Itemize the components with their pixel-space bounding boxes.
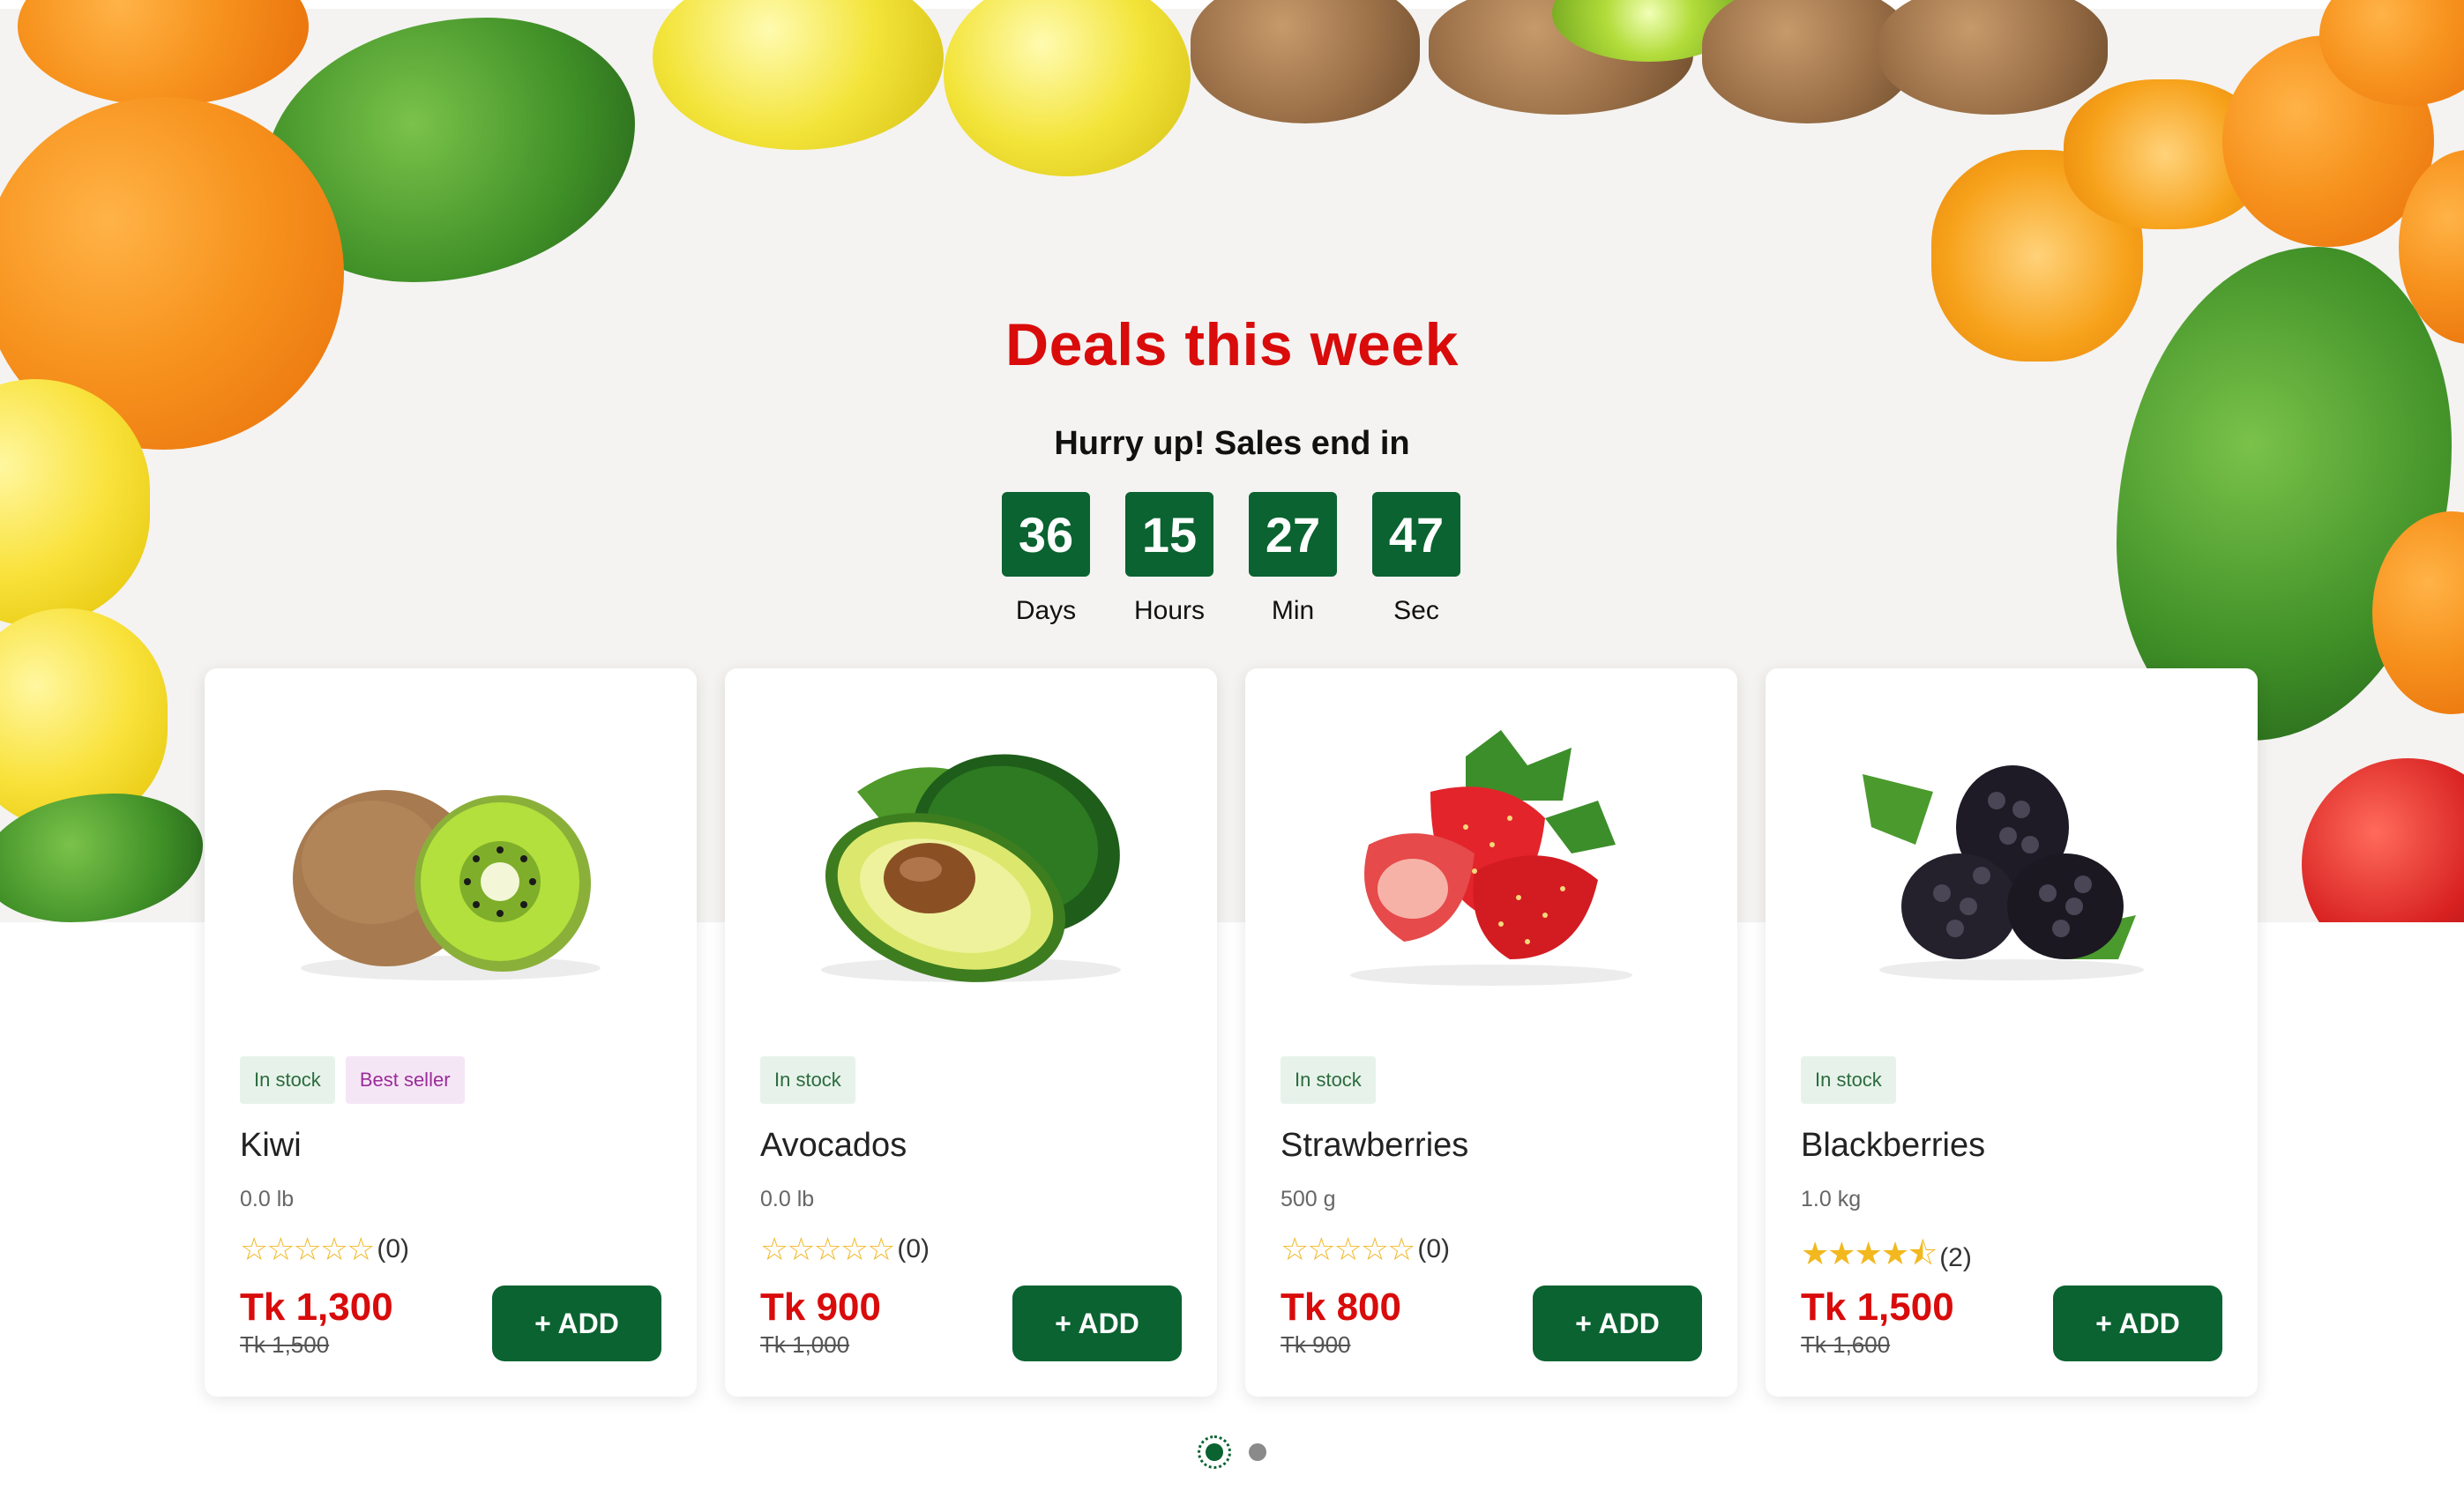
product-weight: 500 g — [1281, 1187, 1336, 1211]
avocado-icon[interactable] — [725, 695, 1217, 1030]
countdown-value: 47 — [1372, 492, 1460, 577]
product-price: Tk 1,500 — [1801, 1286, 1954, 1329]
star-rating-icon: ☆☆☆☆☆ — [240, 1231, 375, 1267]
product-weight: 1.0 kg — [1801, 1187, 1862, 1211]
countdown-label: Hours — [1133, 596, 1206, 625]
mint-leaves-image — [0, 794, 203, 922]
rating-count: (0) — [1417, 1234, 1451, 1263]
strawberry-icon[interactable] — [1245, 695, 1737, 1030]
badge-group: In stock — [1801, 1056, 1896, 1104]
carousel-pagination — [1198, 1435, 1266, 1469]
countdown-value: 36 — [1002, 492, 1090, 577]
pagination-dot-active[interactable] — [1198, 1435, 1231, 1469]
countdown-minutes: 27 Min — [1249, 492, 1337, 626]
add-to-cart-button[interactable]: + ADD — [492, 1286, 661, 1361]
countdown-value: 27 — [1249, 492, 1337, 577]
product-weight: 0.0 lb — [760, 1187, 815, 1211]
badge-group: In stock Best seller — [240, 1056, 465, 1104]
add-to-cart-button[interactable]: + ADD — [2053, 1286, 2222, 1361]
countdown-label: Days — [1015, 596, 1077, 625]
product-old-price: Tk 1,600 — [1801, 1331, 1891, 1358]
countdown-timer: 36 Days 15 Hours 27 Min 47 Sec — [1002, 492, 1460, 626]
kiwi-whole-image — [1878, 0, 2108, 115]
countdown-hours: 15 Hours — [1125, 492, 1213, 626]
countdown-days: 36 Days — [1002, 492, 1090, 626]
product-name[interactable]: Blackberries — [1801, 1127, 1985, 1165]
product-rating: ☆☆☆☆☆ (0) — [760, 1231, 930, 1268]
product-weight: 0.0 lb — [240, 1187, 295, 1211]
best-seller-badge: Best seller — [345, 1056, 465, 1104]
badge-group: In stock — [760, 1056, 855, 1104]
product-name[interactable]: Strawberries — [1281, 1127, 1468, 1165]
orange-image — [18, 0, 309, 106]
product-price: Tk 900 — [760, 1286, 881, 1329]
star-rating-icon: ☆☆☆☆☆ — [760, 1231, 895, 1267]
product-old-price: Tk 1,000 — [760, 1331, 850, 1358]
blackberry-icon[interactable] — [1766, 695, 2258, 1030]
product-price: Tk 1,300 — [240, 1286, 393, 1329]
product-card-kiwi[interactable]: In stock Best seller Kiwi 0.0 lb ☆☆☆☆☆ (… — [205, 668, 697, 1397]
product-price: Tk 800 — [1281, 1286, 1401, 1329]
product-card-blackberries[interactable]: In stock Blackberries 1.0 kg ★★★★⯪ (2) T… — [1766, 668, 2258, 1397]
section-title: Deals this week — [1005, 311, 1459, 378]
red-apple-image — [2302, 758, 2464, 922]
product-card-strawberries[interactable]: In stock Strawberries 500 g ☆☆☆☆☆ (0) Tk… — [1245, 668, 1737, 1397]
badge-group: In stock — [1281, 1056, 1376, 1104]
star-rating-icon: ★★★★⯪ — [1801, 1235, 1938, 1271]
product-name[interactable]: Avocados — [760, 1127, 907, 1165]
rating-count: (0) — [377, 1234, 410, 1263]
product-old-price: Tk 900 — [1281, 1331, 1351, 1358]
pagination-dot[interactable] — [1249, 1443, 1266, 1461]
star-rating-icon: ☆☆☆☆☆ — [1281, 1231, 1415, 1267]
add-to-cart-button[interactable]: + ADD — [1533, 1286, 1702, 1361]
in-stock-badge: In stock — [1281, 1056, 1376, 1104]
product-carousel: In stock Best seller Kiwi 0.0 lb ☆☆☆☆☆ (… — [205, 668, 2258, 1397]
rating-count: (0) — [897, 1234, 930, 1263]
add-to-cart-button[interactable]: + ADD — [1012, 1286, 1182, 1361]
product-name[interactable]: Kiwi — [240, 1127, 302, 1165]
countdown-seconds: 47 Sec — [1372, 492, 1460, 626]
product-rating: ☆☆☆☆☆ (0) — [240, 1231, 409, 1268]
in-stock-badge: In stock — [760, 1056, 855, 1104]
countdown-subtitle: Hurry up! Sales end in — [1054, 425, 1410, 462]
kiwi-whole-image — [1191, 0, 1420, 123]
countdown-label: Sec — [1393, 596, 1439, 625]
in-stock-badge: In stock — [240, 1056, 335, 1104]
product-rating: ☆☆☆☆☆ (0) — [1281, 1231, 1450, 1268]
yellow-apple-image — [653, 0, 944, 150]
product-rating: ★★★★⯪ (2) — [1801, 1231, 1972, 1285]
in-stock-badge: In stock — [1801, 1056, 1896, 1104]
countdown-label: Min — [1271, 596, 1315, 625]
countdown-value: 15 — [1125, 492, 1213, 577]
yellow-apple-image — [944, 0, 1191, 176]
kiwi-icon[interactable] — [205, 695, 697, 1030]
rating-count: (2) — [1939, 1242, 1972, 1272]
product-card-avocados[interactable]: In stock Avocados 0.0 lb ☆☆☆☆☆ (0) Tk 90… — [725, 668, 1217, 1397]
product-old-price: Tk 1,500 — [240, 1331, 330, 1358]
